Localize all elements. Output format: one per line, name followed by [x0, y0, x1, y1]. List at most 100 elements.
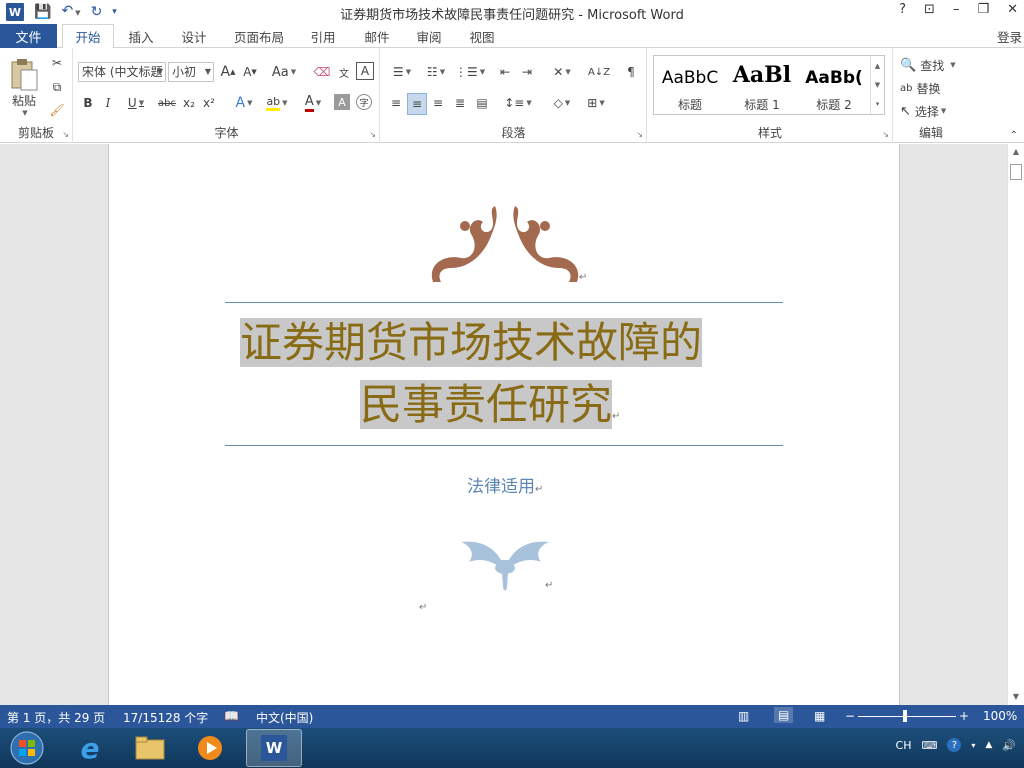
styles-gallery-scroll[interactable]: ▲ ▼ ▾ — [870, 56, 884, 114]
paragraph-launcher-icon[interactable]: ↘ — [636, 130, 643, 139]
copy-icon[interactable]: ⧉ — [48, 78, 66, 96]
scroll-up-arrow-icon[interactable]: ▲ — [1010, 146, 1022, 158]
scroll-thumb[interactable] — [1010, 164, 1022, 180]
web-layout-icon[interactable]: ▦ — [814, 709, 825, 723]
print-layout-icon[interactable]: ▤ — [774, 707, 794, 723]
zoom-in-button[interactable]: + — [959, 709, 969, 723]
show-hidden-icons[interactable]: ▲ — [985, 740, 992, 750]
tab-review[interactable]: 审阅 — [406, 24, 452, 48]
zoom-out-button[interactable]: − — [845, 709, 855, 723]
font-size-select[interactable]: 小初 ▼ — [168, 62, 214, 82]
sign-in-link[interactable]: 登录 — [997, 27, 1022, 46]
italic-button[interactable]: I — [100, 93, 116, 113]
cut-icon[interactable]: ✂ — [48, 54, 66, 72]
document-title-line-1[interactable]: 证券期货市场技术故障的 — [240, 312, 703, 374]
select-button[interactable]: ↖ 选择 ▼ — [900, 102, 946, 120]
tab-references[interactable]: 引用 — [300, 24, 346, 48]
grow-font-button[interactable]: A ▲ — [218, 62, 238, 82]
multilevel-list-icon[interactable]: ⋮☰ ▼ — [455, 62, 485, 82]
increase-indent-icon[interactable]: ⇥ — [517, 62, 537, 82]
show-marks-icon[interactable]: ¶ — [621, 62, 641, 82]
superscript-button[interactable]: x² — [200, 93, 218, 113]
styles-launcher-icon[interactable]: ↘ — [882, 130, 889, 139]
bullets-icon[interactable]: ☰ ▼ — [387, 62, 417, 82]
line-spacing-icon[interactable]: ↕≡ ▼ — [503, 93, 533, 113]
justify-icon[interactable]: ≣ — [451, 93, 469, 113]
document-subtitle[interactable]: 法律适用↵ — [467, 472, 543, 497]
style-heading-2[interactable]: AaBb( 标题 2 — [798, 56, 870, 114]
shrink-font-button[interactable]: A ▼ — [240, 62, 260, 82]
tab-mailings[interactable]: 邮件 — [354, 24, 400, 48]
taskbar-internet-explorer[interactable]: e — [62, 729, 118, 767]
tab-home[interactable]: 开始 — [62, 24, 114, 49]
paste-button[interactable]: 粘贴 ▼ — [4, 54, 44, 120]
scroll-down-icon[interactable]: ▼ — [875, 81, 880, 89]
character-border-icon[interactable]: A — [356, 62, 374, 80]
help-button[interactable]: ? — [899, 2, 906, 17]
keyboard-icon[interactable]: ⌨ — [921, 739, 937, 752]
close-button[interactable]: ✕ — [1007, 2, 1018, 17]
scroll-up-icon[interactable]: ▲ — [875, 62, 880, 70]
proofing-icon[interactable]: 📖 — [224, 709, 239, 723]
shading-icon[interactable]: ◇ ▼ — [547, 93, 577, 113]
font-color-icon[interactable]: A ▼ — [298, 93, 328, 113]
input-language-indicator[interactable]: CH — [896, 739, 912, 752]
tab-insert[interactable]: 插入 — [118, 24, 164, 48]
align-right-icon[interactable]: ≡ — [429, 93, 447, 113]
document-title-line-2[interactable]: 民事责任研究↵ — [360, 374, 620, 448]
ribbon-display-options-button[interactable]: ⊡ — [924, 2, 935, 17]
collapse-ribbon-icon[interactable]: ⌃ — [1010, 130, 1018, 141]
style-title[interactable]: AaBbC 标题 — [654, 56, 726, 114]
word-count-status[interactable]: 17/15128 个字 — [123, 709, 208, 726]
text-effects-icon[interactable]: A ▼ — [230, 93, 258, 113]
borders-icon[interactable]: ⊞ ▼ — [581, 93, 611, 113]
more-styles-icon[interactable]: ▾ — [876, 100, 880, 108]
zoom-level[interactable]: 100% — [983, 709, 1017, 723]
volume-icon[interactable]: 🔊 — [1002, 739, 1016, 752]
character-shading-icon[interactable]: A — [334, 94, 350, 110]
clipboard-launcher-icon[interactable]: ↘ — [62, 130, 69, 139]
help-icon[interactable]: ? — [947, 738, 962, 752]
strikethrough-button[interactable]: abc — [156, 93, 178, 113]
bold-button[interactable]: B — [80, 93, 96, 113]
zoom-slider-thumb[interactable] — [903, 710, 907, 722]
zoom-slider[interactable] — [858, 716, 956, 717]
tab-file[interactable]: 文件 — [0, 24, 57, 48]
tab-view[interactable]: 视图 — [459, 24, 505, 48]
sort-icon[interactable]: A↓Z — [588, 62, 610, 82]
taskbar-media-player[interactable] — [182, 729, 238, 767]
replace-button[interactable]: ab 替换 — [900, 79, 941, 97]
font-launcher-icon[interactable]: ↘ — [369, 130, 376, 139]
tab-design[interactable]: 设计 — [170, 24, 218, 48]
underline-button[interactable]: U ▼ — [122, 93, 150, 113]
style-heading-1[interactable]: AaBl 标题 1 — [726, 56, 798, 114]
tray-options-icon[interactable]: ▾ — [971, 741, 975, 750]
numbering-icon[interactable]: ☷ ▼ — [421, 62, 451, 82]
highlight-color-icon[interactable]: ab ▼ — [262, 93, 292, 113]
align-center-icon[interactable]: ≡ — [407, 93, 427, 115]
restore-button[interactable]: ❐ — [977, 2, 989, 17]
page-count-status[interactable]: 第 1 页，共 29 页 — [7, 709, 105, 726]
subscript-button[interactable]: x₂ — [180, 93, 198, 113]
align-left-icon[interactable]: ≡ — [387, 93, 405, 113]
language-status[interactable]: 中文(中国) — [256, 709, 313, 726]
document-page[interactable]: ↵ 证券期货市场技术故障的 民事责任研究↵ 法律适用↵ ↵ ↵ — [108, 144, 900, 705]
taskbar-file-explorer[interactable] — [122, 729, 178, 767]
change-case-button[interactable]: Aa ▼ — [270, 62, 298, 82]
tab-page-layout[interactable]: 页面布局 — [226, 24, 292, 48]
vertical-scrollbar[interactable]: ▲ ▼ — [1007, 144, 1024, 705]
format-painter-icon[interactable]: 🖌 — [48, 101, 66, 119]
decrease-indent-icon[interactable]: ⇤ — [495, 62, 515, 82]
font-face-select[interactable]: 宋体 (中文标题 ▼ — [78, 62, 166, 82]
chinese-layout-icon[interactable]: ✕ ▼ — [547, 62, 577, 82]
enclose-characters-icon[interactable]: 字 — [356, 94, 372, 110]
minimize-button[interactable]: – — [953, 2, 960, 17]
distributed-icon[interactable]: ▤ — [473, 93, 491, 113]
clear-formatting-icon[interactable]: ⌫ — [312, 62, 332, 82]
phonetic-guide-icon[interactable]: 文 — [334, 62, 354, 82]
find-button[interactable]: 🔍 查找 ▼ — [900, 56, 956, 74]
read-mode-icon[interactable]: ▥ — [738, 709, 749, 723]
start-button[interactable] — [2, 729, 52, 767]
scroll-down-arrow-icon[interactable]: ▼ — [1010, 691, 1022, 703]
taskbar-word[interactable]: W — [246, 729, 302, 767]
